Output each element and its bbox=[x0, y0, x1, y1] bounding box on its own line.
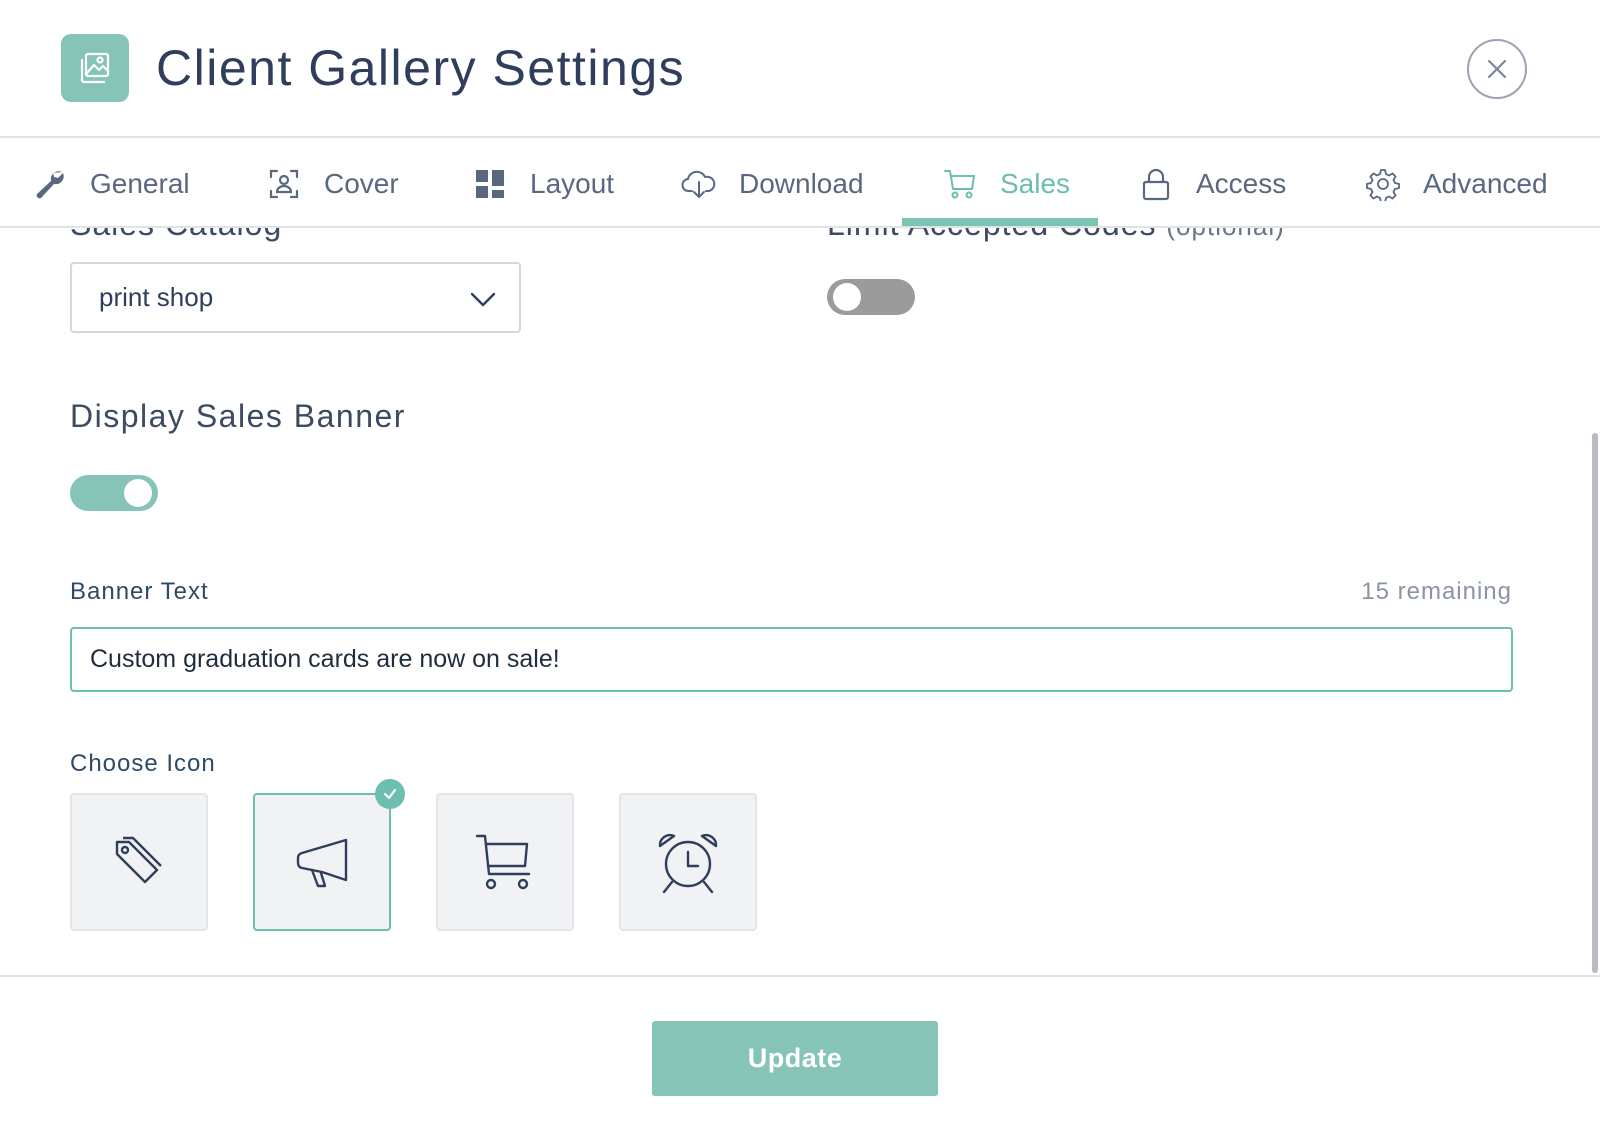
chevron-down-icon bbox=[470, 292, 496, 307]
tab-label-download: Download bbox=[739, 168, 864, 199]
dialog-footer: Update bbox=[0, 975, 1600, 1138]
dialog-title: Client Gallery Settings bbox=[156, 40, 686, 96]
toggle-knob bbox=[124, 479, 152, 507]
tab-layout[interactable]: Layout bbox=[472, 140, 614, 228]
tab-label-layout: Layout bbox=[530, 168, 615, 199]
close-button[interactable] bbox=[1467, 39, 1527, 99]
tab-cover[interactable]: Cover bbox=[266, 140, 399, 228]
tab-label-access: Access bbox=[1196, 168, 1287, 199]
gear-icon bbox=[1365, 166, 1401, 202]
alarm-clock-icon bbox=[658, 834, 718, 894]
icon-option-alarm-clock[interactable] bbox=[619, 793, 757, 931]
sales-catalog-value: print shop bbox=[99, 282, 214, 312]
dialog-header: Client Gallery Settings bbox=[0, 0, 1600, 138]
tab-access[interactable]: Access bbox=[1138, 140, 1286, 228]
characters-remaining: 15 remaining bbox=[1361, 578, 1512, 605]
selected-check-badge bbox=[375, 779, 405, 809]
display-sales-banner-toggle[interactable] bbox=[70, 475, 158, 511]
lock-icon bbox=[1138, 166, 1174, 202]
tab-download[interactable]: Download bbox=[681, 140, 864, 228]
tab-advanced[interactable]: Advanced bbox=[1365, 140, 1548, 228]
megaphone-icon bbox=[296, 838, 348, 888]
cart-icon bbox=[942, 166, 978, 202]
portrait-frame-icon bbox=[266, 166, 302, 202]
check-icon bbox=[383, 788, 397, 800]
sales-catalog-select[interactable]: print shop bbox=[70, 262, 521, 333]
choose-icon-label: Choose Icon bbox=[70, 750, 216, 777]
settings-content[interactable]: Sales Catalog Limit Accepted Codes (opti… bbox=[0, 228, 1600, 976]
banner-text-input[interactable] bbox=[70, 627, 1513, 692]
limit-codes-toggle[interactable] bbox=[827, 279, 915, 315]
tab-general[interactable]: General bbox=[32, 140, 190, 228]
sales-catalog-label: Sales Catalog bbox=[70, 228, 282, 243]
settings-tabs: General Cover Layout Download Sales Acce… bbox=[0, 140, 1600, 228]
scrollbar[interactable] bbox=[1592, 433, 1598, 973]
layout-grid-icon bbox=[472, 166, 508, 202]
wrench-icon bbox=[32, 166, 68, 202]
price-tag-icon bbox=[115, 836, 162, 884]
update-button[interactable]: Update bbox=[652, 1021, 938, 1096]
gallery-image-icon bbox=[61, 34, 129, 102]
tab-label-sales: Sales bbox=[1000, 168, 1071, 199]
tab-label-cover: Cover bbox=[324, 168, 399, 199]
icon-option-megaphone[interactable] bbox=[253, 779, 405, 931]
tab-label-general: General bbox=[90, 168, 190, 199]
toggle-knob bbox=[833, 283, 861, 311]
banner-text-label: Banner Text bbox=[70, 578, 209, 605]
cloud-download-icon bbox=[681, 166, 717, 202]
display-sales-banner-heading: Display Sales Banner bbox=[70, 398, 406, 434]
close-icon bbox=[1487, 59, 1507, 79]
limit-codes-label: Limit Accepted Codes (optional) bbox=[827, 228, 1285, 243]
icon-option-tag[interactable] bbox=[70, 793, 208, 931]
tab-label-advanced: Advanced bbox=[1423, 168, 1548, 199]
shopping-cart-icon bbox=[475, 834, 531, 890]
active-tab-indicator bbox=[902, 218, 1098, 226]
tab-sales[interactable]: Sales bbox=[942, 140, 1070, 228]
icon-option-cart[interactable] bbox=[436, 793, 574, 931]
